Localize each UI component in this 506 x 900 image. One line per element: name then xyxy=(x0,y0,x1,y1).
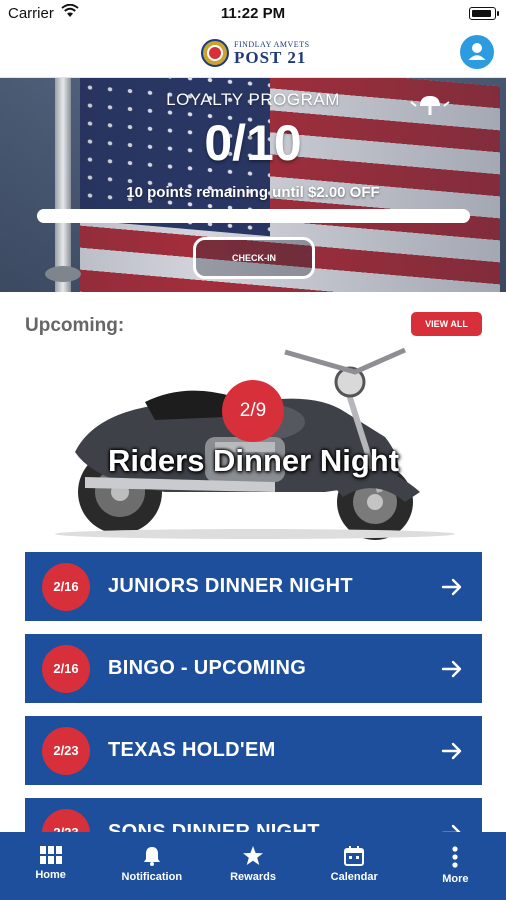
logo-title: POST 21 xyxy=(234,47,307,67)
bell-icon xyxy=(143,847,160,866)
tab-calendar[interactable]: Calendar xyxy=(304,832,405,900)
tab-label: Rewards xyxy=(230,871,276,883)
tab-label: Calendar xyxy=(330,871,378,883)
tab-rewards[interactable]: Rewards xyxy=(202,832,303,900)
event-title: TEXAS HOLD'EM xyxy=(108,739,276,761)
event-date-badge: 2/16 xyxy=(42,644,90,693)
points-counter: 0/10 xyxy=(204,115,302,171)
event-title: JUNIORS DINNER NIGHT xyxy=(108,575,353,597)
grid-icon xyxy=(39,846,62,864)
event-date-badge: 2/16 xyxy=(42,562,90,611)
arrow-right-icon xyxy=(441,660,462,677)
upcoming-heading: Upcoming: xyxy=(25,315,125,336)
clock: 11:22 PM xyxy=(220,5,286,22)
featured-date-badge: 2/9 xyxy=(222,380,284,442)
profile-button[interactable] xyxy=(460,35,494,69)
check-in-button[interactable]: CHECK-IN xyxy=(193,237,315,279)
loyalty-title: LOYALTY PROGRAM xyxy=(166,90,340,109)
view-all-button[interactable]: VIEW ALL xyxy=(411,312,482,336)
loyalty-progress-bar xyxy=(37,209,470,223)
tab-notification[interactable]: Notification xyxy=(101,832,202,900)
battery-icon xyxy=(469,7,499,20)
event-row[interactable]: 2/23 TEXAS HOLD'EM xyxy=(25,716,482,785)
tab-label: Notification xyxy=(121,871,183,883)
arrow-right-icon xyxy=(441,578,462,595)
post-logo[interactable]: FINDLAY AMVETS POST 21 xyxy=(201,37,310,69)
more-vertical-icon xyxy=(452,846,459,868)
tab-label: More xyxy=(442,873,469,885)
user-icon xyxy=(468,43,486,60)
event-row[interactable]: 2/16 JUNIORS DINNER NIGHT xyxy=(25,552,482,621)
calendar-icon xyxy=(344,846,365,866)
star-icon xyxy=(243,846,263,865)
event-row[interactable]: 2/16 BINGO - UPCOMING xyxy=(25,634,482,703)
arrow-right-icon xyxy=(441,742,462,759)
featured-event-title: Riders Dinner Night xyxy=(107,443,400,478)
amvets-seal-icon xyxy=(201,39,229,67)
tab-label: Home xyxy=(35,869,66,881)
featured-event-card[interactable]: 2/9 Riders Dinner Night xyxy=(25,342,482,540)
loyalty-banner: LOYALTY PROGRAM 0/10 10 points remaining… xyxy=(0,78,506,292)
app-header: FINDLAY AMVETS POST 21 xyxy=(0,28,506,78)
status-bar: Carrier 11:22 PM xyxy=(0,0,506,28)
tab-home[interactable]: Home xyxy=(0,832,101,900)
tab-more[interactable]: More xyxy=(405,832,506,900)
event-title: BINGO - UPCOMING xyxy=(108,657,307,679)
event-date-badge: 2/23 xyxy=(42,726,90,775)
points-remaining-text: 10 points remaining until $2.00 OFF xyxy=(126,184,380,201)
bottom-tab-bar: Home Notification Rewards Calendar More xyxy=(0,832,506,900)
